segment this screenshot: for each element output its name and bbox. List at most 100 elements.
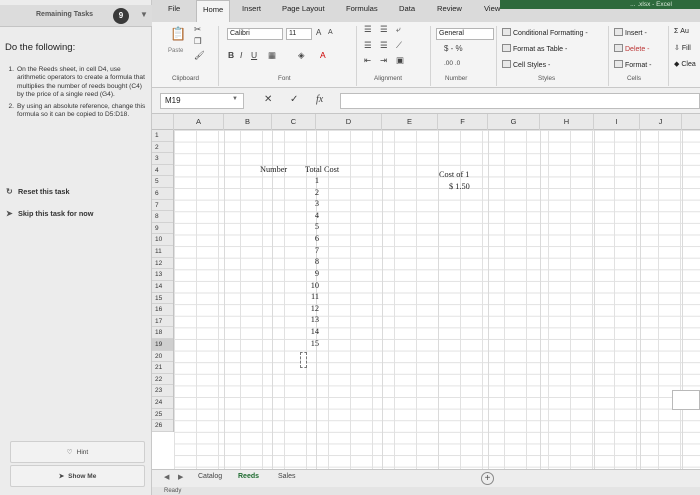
column-header[interactable]: C <box>272 114 316 130</box>
column-header[interactable]: H <box>540 114 594 130</box>
currency-percent-buttons[interactable]: $ - % <box>444 44 463 53</box>
row-header[interactable]: 20 <box>152 351 173 363</box>
column-header[interactable]: D <box>316 114 382 130</box>
row-header[interactable]: 9 <box>152 223 173 235</box>
row-header[interactable]: 8 <box>152 211 173 223</box>
cost-value-cell[interactable]: $ 1.50 <box>449 182 470 191</box>
worksheet-grid[interactable]: A B C D E F G H I J K L 1234567891011121… <box>152 114 700 469</box>
chevron-down-icon[interactable]: ▼ <box>232 96 238 102</box>
tab-home[interactable]: Home <box>196 0 231 22</box>
decrease-indent-icon[interactable]: ⇤ <box>364 55 371 66</box>
row-header[interactable]: 24 <box>152 397 173 409</box>
decimal-buttons[interactable]: .00 .0 <box>444 60 460 67</box>
task-header[interactable]: Remaining Tasks 9 ▼ <box>0 5 152 27</box>
number-format-select[interactable]: General <box>436 28 494 40</box>
copy-icon[interactable]: ❐ <box>194 36 202 47</box>
row-header[interactable]: 16 <box>152 304 173 316</box>
formula-input[interactable] <box>340 93 700 109</box>
cut-icon[interactable]: ✂ <box>194 24 201 35</box>
row-header[interactable]: 2 <box>152 142 173 154</box>
column-header[interactable]: I <box>594 114 640 130</box>
sheet-tab-catalog[interactable]: Catalog <box>198 473 222 480</box>
number-cell[interactable]: 9 <box>279 269 319 278</box>
number-cell[interactable]: 8 <box>279 257 319 266</box>
increase-indent-icon[interactable]: ⇥ <box>380 55 387 66</box>
row-header[interactable]: 18 <box>152 327 173 339</box>
fill-button[interactable]: ⇩ Fill <box>674 44 691 52</box>
number-cell[interactable]: 5 <box>279 222 319 231</box>
sheet-tab-sales[interactable]: Sales <box>278 473 296 480</box>
number-cell[interactable]: 4 <box>279 211 319 220</box>
align-middle-icon[interactable]: ☰ <box>380 24 388 35</box>
number-cell[interactable]: 10 <box>279 281 319 290</box>
row-header[interactable]: 14 <box>152 281 173 293</box>
column-header[interactable]: K <box>682 114 700 130</box>
row-header[interactable]: 11 <box>152 246 173 258</box>
align-left-icon[interactable]: ☰ <box>364 40 372 51</box>
column-header[interactable]: A <box>174 114 224 130</box>
hint-button[interactable]: ♡ Hint <box>10 441 145 463</box>
format-cells-button[interactable]: Format - <box>614 60 651 69</box>
row-header[interactable]: 6 <box>152 188 173 200</box>
show-me-button[interactable]: ➤ Show Me <box>10 465 145 487</box>
reset-task-button[interactable]: ↻ Reset this task <box>6 187 70 196</box>
cost-label-cell[interactable]: Cost of 1 <box>439 170 469 179</box>
italic-button[interactable]: I <box>240 50 242 60</box>
number-cell[interactable]: 6 <box>279 234 319 243</box>
tab-review[interactable]: Review <box>437 4 462 13</box>
number-cell[interactable]: 7 <box>279 246 319 255</box>
row-header[interactable]: 26 <box>152 420 173 432</box>
number-cell[interactable]: 1 <box>279 176 319 185</box>
tab-data[interactable]: Data <box>399 4 415 13</box>
row-header[interactable]: 13 <box>152 269 173 281</box>
header-total-cost-cell[interactable]: Total Cost <box>305 165 339 174</box>
row-header[interactable]: 3 <box>152 153 173 165</box>
column-header[interactable]: E <box>382 114 438 130</box>
conditional-formatting-button[interactable]: Conditional Formatting - <box>502 28 588 37</box>
bold-button[interactable]: B <box>228 50 234 60</box>
row-header[interactable]: 15 <box>152 293 173 305</box>
insert-function-button[interactable]: fx <box>316 94 323 105</box>
column-header[interactable]: G <box>488 114 540 130</box>
orientation-icon[interactable]: ⟋ <box>396 40 402 51</box>
row-header[interactable]: 7 <box>152 200 173 212</box>
row-header[interactable]: 10 <box>152 234 173 247</box>
font-color-icon[interactable]: A <box>320 50 326 60</box>
row-header[interactable]: 17 <box>152 316 173 328</box>
autosum-button[interactable]: Σ Au <box>674 28 689 35</box>
confirm-entry-button[interactable]: ✓ <box>290 94 298 105</box>
scroll-right-icon[interactable]: ▶ <box>178 473 183 481</box>
clear-button[interactable]: ◆ Clea <box>674 60 696 68</box>
selection-handle[interactable] <box>300 352 307 368</box>
insert-cells-button[interactable]: Insert - <box>614 28 647 37</box>
cancel-entry-button[interactable]: ✕ <box>264 94 272 105</box>
column-header[interactable]: J <box>640 114 682 130</box>
select-all-corner[interactable] <box>152 114 174 130</box>
underline-button[interactable]: U <box>251 50 257 60</box>
cell-styles-button[interactable]: Cell Styles - <box>502 60 550 69</box>
tab-formulas[interactable]: Formulas <box>346 4 378 13</box>
row-header[interactable]: 22 <box>152 374 173 386</box>
row-header[interactable]: 5 <box>152 176 173 189</box>
number-cell[interactable]: 14 <box>279 327 319 336</box>
merge-center-icon[interactable]: ▣ <box>396 55 404 66</box>
column-header[interactable]: B <box>224 114 272 130</box>
column-header[interactable]: F <box>438 114 488 130</box>
font-size-select[interactable]: 11 <box>286 28 312 40</box>
row-header[interactable]: 4 <box>152 165 173 177</box>
number-cell[interactable]: 3 <box>279 199 319 208</box>
tab-file[interactable]: File <box>168 4 180 13</box>
format-painter-icon[interactable]: 🖌 <box>194 50 205 61</box>
align-center-icon[interactable]: ☰ <box>380 40 388 51</box>
wrap-text-icon[interactable]: ⤶ <box>396 24 401 35</box>
row-header[interactable]: 12 <box>152 258 173 270</box>
delete-cells-button[interactable]: Delete - <box>614 44 650 53</box>
grow-font-button[interactable]: A <box>316 28 321 37</box>
number-cell[interactable]: 2 <box>279 188 319 197</box>
add-sheet-button[interactable]: + <box>481 472 494 485</box>
chevron-down-icon[interactable]: ▼ <box>140 10 148 19</box>
row-header[interactable]: 21 <box>152 362 173 374</box>
number-cell[interactable]: 13 <box>279 315 319 324</box>
format-as-table-button[interactable]: Format as Table - <box>502 44 567 53</box>
scroll-left-icon[interactable]: ◀ <box>164 473 169 481</box>
